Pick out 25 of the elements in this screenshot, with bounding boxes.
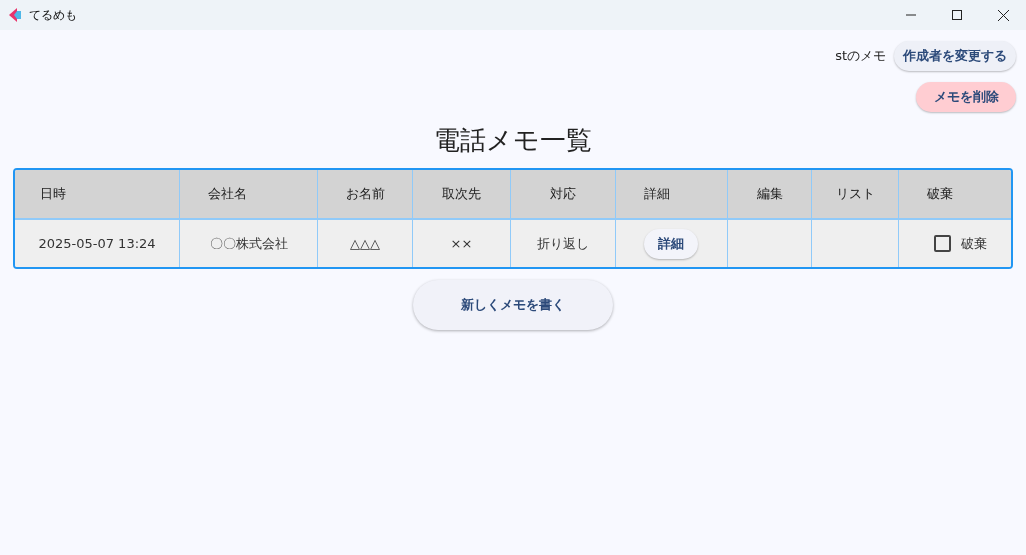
new-memo-button[interactable]: 新しくメモを書く — [413, 280, 613, 330]
column-header: リスト — [835, 185, 875, 204]
column-header: お名前 — [345, 185, 385, 204]
column-header: 破棄 — [927, 185, 953, 204]
page-title: 電話メモ一覧 — [434, 124, 592, 157]
discard-checkbox[interactable]: 破棄 — [934, 233, 987, 254]
column-header: 編集 — [756, 185, 783, 204]
table-cell-text: 〇〇株式会社 — [209, 234, 288, 253]
table-cell-text: 2025-05-07 13:24 — [38, 234, 156, 253]
app-logo-icon — [9, 8, 21, 22]
table-cell-text: △△△ — [350, 234, 380, 253]
detail-button[interactable]: 詳細 — [644, 228, 698, 259]
change-author-button[interactable]: 作成者を変更する — [894, 41, 1016, 71]
column-header: 取次先 — [442, 185, 481, 204]
close-icon — [997, 9, 1009, 21]
column-header: 詳細 — [644, 185, 670, 204]
window-title: てるめも — [29, 7, 77, 24]
column-header: 日時 — [40, 185, 66, 204]
column-header: 対応 — [550, 185, 576, 204]
maximize-icon — [952, 10, 962, 20]
delete-memo-button[interactable]: メモを削除 — [916, 82, 1016, 112]
user-label: stのメモ — [835, 47, 886, 66]
column-header: 会社名 — [208, 185, 247, 204]
table-cell-text: 折り返し — [537, 234, 589, 253]
table-cell-text: ×× — [450, 234, 473, 253]
